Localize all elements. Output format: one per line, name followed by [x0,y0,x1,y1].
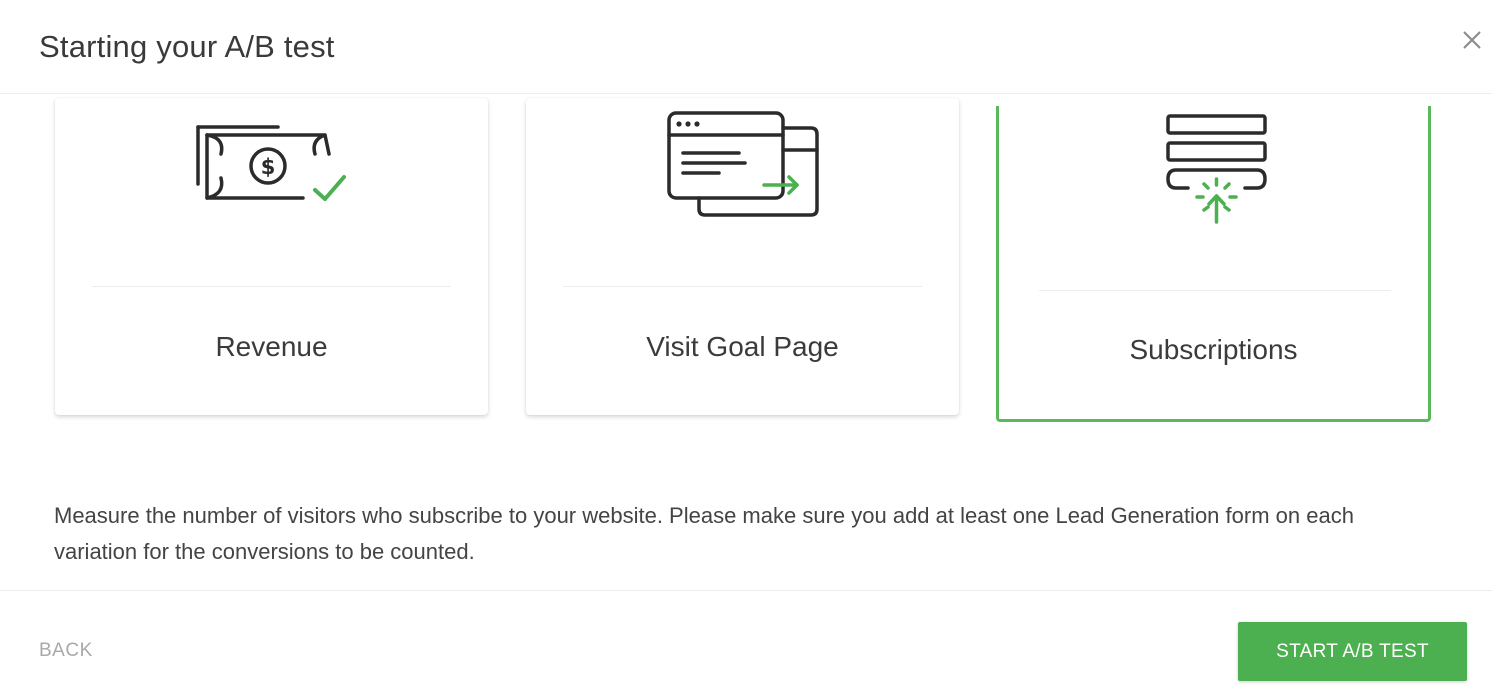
back-button[interactable]: BACK [39,640,93,662]
footer-divider [0,590,1492,591]
goal-label: Subscriptions [1129,334,1298,365]
goal-label: Revenue [215,331,328,362]
money-check-icon: $ [196,125,346,201]
goal-card-revenue[interactable]: $ Revenue [55,98,488,415]
goal-card-subscriptions[interactable]: Subscriptions [996,106,1431,422]
card-divider [92,286,451,287]
start-ab-test-button[interactable]: START A/B TEST [1238,622,1467,681]
card-divider [1039,290,1391,291]
goal-card-visit-goal-page[interactable]: Visit Goal Page [526,98,959,415]
close-icon[interactable] [1458,26,1486,54]
goal-label: Visit Goal Page [646,331,839,362]
svg-text:$: $ [261,155,276,179]
dialog-title: Starting your A/B test [39,29,335,64]
dialog-header: Starting your A/B test [0,0,1492,94]
browser-redirect-icon [667,111,819,217]
subscription-form-icon [1166,114,1267,224]
card-divider [563,286,922,287]
goal-description: Measure the number of visitors who subsc… [54,503,1354,564]
